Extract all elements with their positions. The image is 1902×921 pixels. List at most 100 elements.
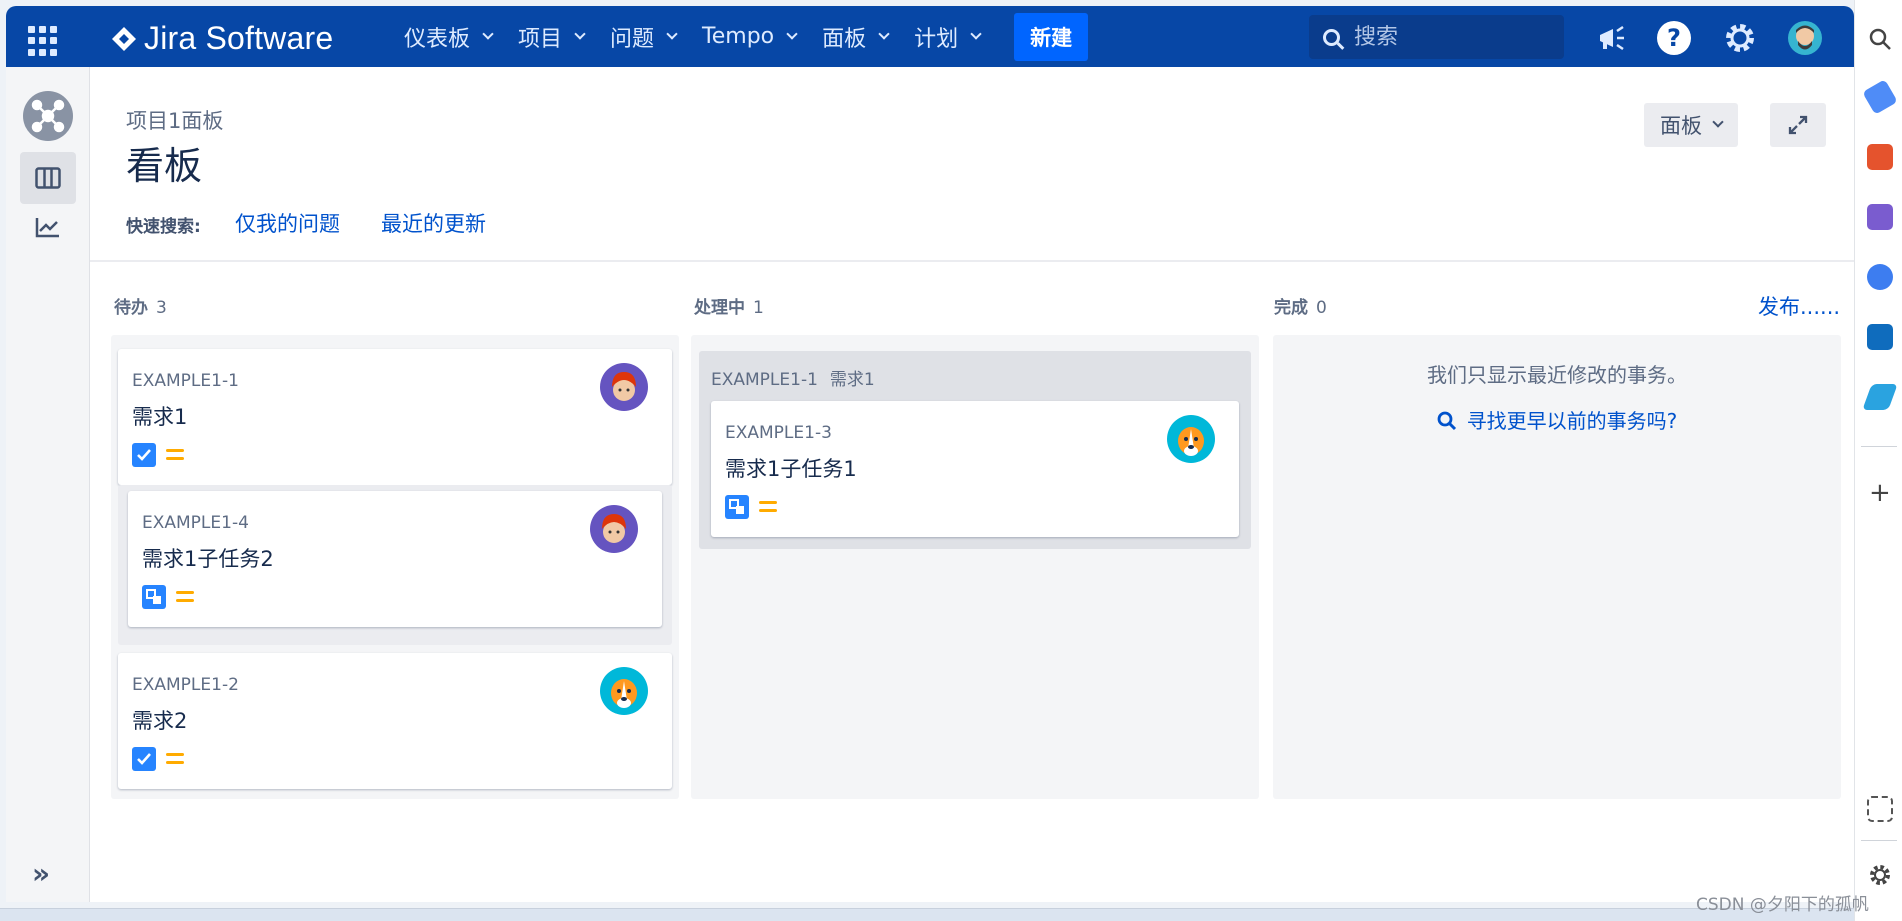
toolbox-icon[interactable] xyxy=(1867,144,1893,170)
priority-medium-icon xyxy=(176,591,194,603)
send-icon[interactable] xyxy=(1862,384,1898,410)
assignee-avatar-icon xyxy=(612,372,636,401)
megaphone-icon[interactable] xyxy=(1595,21,1629,55)
breadcrumb[interactable]: 项目1面板 xyxy=(126,105,223,135)
find-older-label: 寻找更早以前的事务吗? xyxy=(1466,409,1678,433)
column-header-todo: 待办 3 xyxy=(114,293,167,318)
column-name: 处理中 xyxy=(694,298,745,318)
top-navigation: Jira Software 仪表板 项目 问题 Tempo 面板 计划 新建 ? xyxy=(6,6,1854,67)
issue-summary: 需求1子任务1 xyxy=(725,457,857,481)
done-empty-note: 我们只显示最近修改的事务。 xyxy=(1427,363,1687,387)
release-link[interactable]: 发布...... xyxy=(1758,291,1840,321)
add-icon[interactable]: + xyxy=(1869,478,1891,508)
menu-plans[interactable]: 计划 xyxy=(914,21,982,53)
issue-summary: 需求2 xyxy=(132,709,188,733)
menu-boards[interactable]: 面板 xyxy=(822,21,890,53)
chevron-down-icon xyxy=(1712,116,1724,128)
assignee-avatar[interactable] xyxy=(1167,415,1215,463)
assignee-avatar[interactable] xyxy=(590,505,638,553)
issue-summary: 需求1子任务2 xyxy=(142,547,274,571)
sidebar-reports[interactable] xyxy=(20,201,76,253)
menu-label: 计划 xyxy=(914,26,959,52)
jira-logo[interactable]: Jira Software xyxy=(110,20,333,57)
issue-key[interactable]: EXAMPLE1-3 xyxy=(725,423,832,443)
copilot-icon[interactable] xyxy=(1867,264,1893,290)
sidebar-board[interactable] xyxy=(20,152,76,204)
issue-key[interactable]: EXAMPLE1-2 xyxy=(132,675,239,695)
subtask-type-icon xyxy=(142,585,166,609)
story-type-icon xyxy=(132,747,156,771)
issue-key[interactable]: EXAMPLE1-1 xyxy=(132,371,239,391)
gear-icon[interactable] xyxy=(1723,21,1757,55)
quick-filter-only-my-issues[interactable]: 仅我的问题 xyxy=(235,208,340,238)
assignee-avatar-icon xyxy=(602,514,626,543)
quick-filter-recently-updated[interactable]: 最近的更新 xyxy=(381,208,486,238)
issue-card[interactable]: EXAMPLE1-3 需求1子任务1 xyxy=(711,401,1239,537)
parent-issue-group: EXAMPLE1-1 需求1 EXAMPLE1-3 需求1子任务1 xyxy=(699,351,1251,549)
taskbar-strip xyxy=(0,908,1854,921)
story-type-icon xyxy=(132,443,156,467)
subtask-group: EXAMPLE1-4 需求1子任务2 xyxy=(118,485,672,645)
search-icon[interactable] xyxy=(1867,26,1893,52)
gear-icon[interactable] xyxy=(1867,862,1893,888)
issue-summary: 需求1 xyxy=(132,405,188,429)
fullscreen-icon xyxy=(1788,115,1808,135)
page-title: 看板 xyxy=(126,144,203,188)
search-field[interactable] xyxy=(1309,15,1564,59)
find-older-issues-link[interactable]: 寻找更早以前的事务吗? xyxy=(1273,405,1841,434)
user-avatar[interactable] xyxy=(1788,21,1822,55)
column-header-done: 完成 0 xyxy=(1274,293,1327,318)
search-icon xyxy=(1323,28,1340,46)
chevron-down-icon xyxy=(786,27,798,40)
project-sidebar: » xyxy=(6,67,90,902)
assignee-avatar[interactable] xyxy=(600,363,648,411)
chevron-down-icon xyxy=(970,27,982,40)
column-done: 我们只显示最近修改的事务。 寻找更早以前的事务吗? xyxy=(1273,335,1841,799)
search-icon xyxy=(1437,411,1456,431)
column-todo: EXAMPLE1-1 需求1 EXAMPLE1-4 需求1子任务2 EXAMPL… xyxy=(111,335,679,799)
fullscreen-button[interactable] xyxy=(1770,103,1826,147)
main-menu: 仪表板 项目 问题 Tempo 面板 计划 新建 xyxy=(404,6,1089,67)
project-avatar[interactable] xyxy=(23,91,73,141)
board-dropdown[interactable]: 面板 xyxy=(1644,103,1738,147)
column-count: 0 xyxy=(1316,298,1327,318)
app-switcher-icon[interactable] xyxy=(28,26,58,56)
parent-issue-key: EXAMPLE1-1 xyxy=(711,370,818,390)
rail-divider xyxy=(1861,840,1897,841)
screenshot-icon[interactable] xyxy=(1867,796,1893,822)
expand-sidebar-icon[interactable]: » xyxy=(32,857,50,890)
issue-key[interactable]: EXAMPLE1-4 xyxy=(142,513,249,533)
parent-issue-header[interactable]: EXAMPLE1-1 需求1 xyxy=(711,365,875,390)
chevron-down-icon xyxy=(878,27,890,40)
column-name: 完成 xyxy=(1274,298,1308,318)
user-avatar-icon xyxy=(1796,25,1814,50)
menu-projects[interactable]: 项目 xyxy=(518,21,586,53)
issue-card[interactable]: EXAMPLE1-4 需求1子任务2 xyxy=(128,491,662,627)
menu-tempo[interactable]: Tempo xyxy=(702,24,798,49)
board-dropdown-label: 面板 xyxy=(1660,114,1702,138)
tag-icon[interactable] xyxy=(1862,79,1898,115)
issue-card[interactable]: EXAMPLE1-1 需求1 xyxy=(118,349,672,485)
dog-avatar-icon xyxy=(611,679,637,708)
assignee-avatar[interactable] xyxy=(600,667,648,715)
menu-issues[interactable]: 问题 xyxy=(610,21,678,53)
menu-label: 项目 xyxy=(518,26,563,52)
priority-medium-icon xyxy=(166,449,184,461)
menu-label: Tempo xyxy=(702,24,775,49)
column-count: 3 xyxy=(156,298,167,318)
chess-icon[interactable] xyxy=(1867,204,1893,230)
quick-filters-label: 快速搜索: xyxy=(126,217,201,237)
watermark: CSDN @夕阳下的孤帆 xyxy=(1696,895,1869,915)
outlook-icon[interactable] xyxy=(1867,324,1893,350)
rail-divider xyxy=(1861,446,1897,447)
reports-icon xyxy=(35,218,59,238)
board-main: 项目1面板 看板 面板 快速搜索: 仅我的问题 最近的更新 待办 3 处理中 1 完… xyxy=(90,67,1854,902)
menu-dashboards[interactable]: 仪表板 xyxy=(404,21,494,53)
help-icon[interactable]: ? xyxy=(1657,21,1691,55)
create-button[interactable]: 新建 xyxy=(1014,12,1089,61)
issue-card[interactable]: EXAMPLE1-2 需求2 xyxy=(118,653,672,789)
search-input[interactable] xyxy=(1354,24,1544,50)
board-icon xyxy=(35,167,61,189)
dog-avatar-icon xyxy=(1178,427,1204,456)
column-name: 待办 xyxy=(114,298,148,318)
